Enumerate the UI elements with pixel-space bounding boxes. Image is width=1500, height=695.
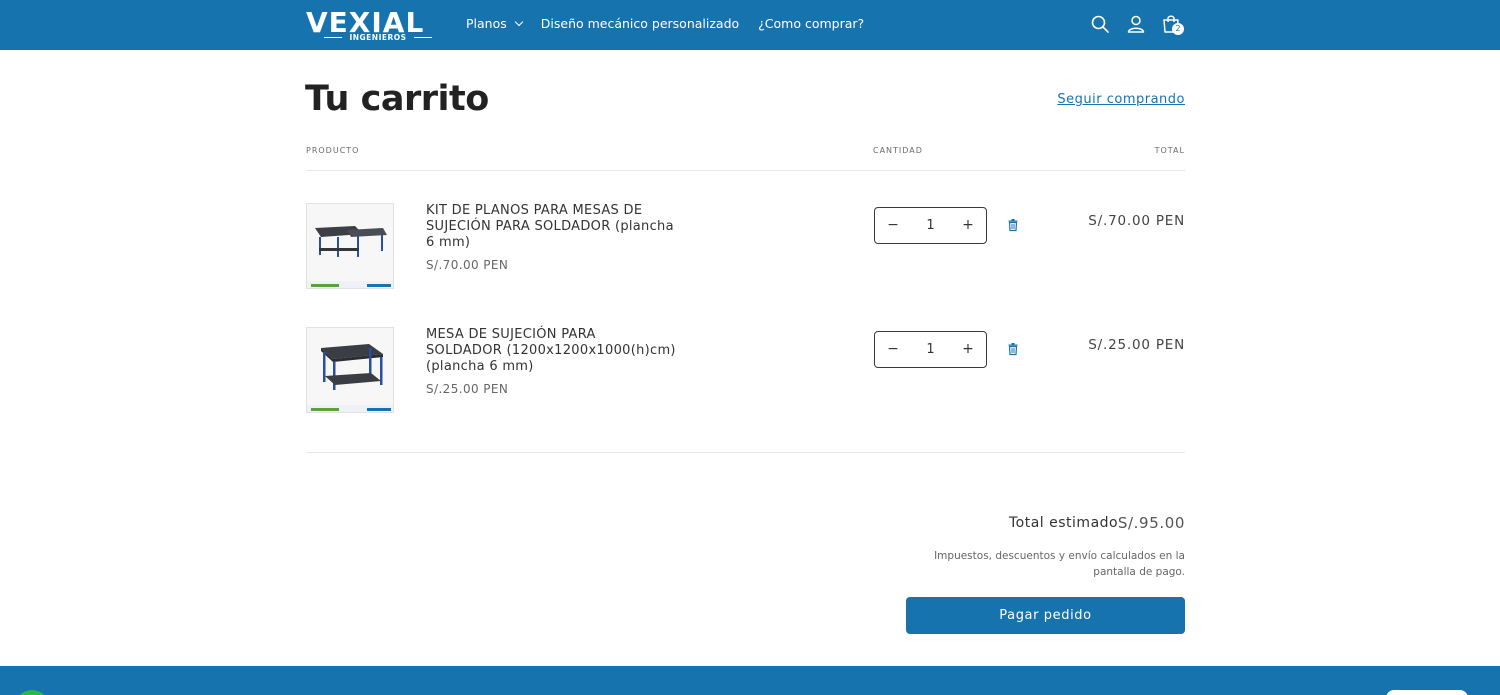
brand-logo[interactable]: VEXIAL INGENIEROS <box>306 6 436 43</box>
quantity-increase-button[interactable]: + <box>950 208 986 243</box>
line-total: S/.70.00 PEN <box>1088 213 1185 229</box>
quantity-decrease-button[interactable]: − <box>875 208 911 243</box>
nav-item-como-comprar[interactable]: ¿Como comprar? <box>758 16 864 31</box>
quantity-input[interactable]: 1 <box>911 208 950 243</box>
quantity-input[interactable]: 1 <box>911 332 950 367</box>
nav-item-label: Planos <box>466 16 507 31</box>
product-image[interactable] <box>306 327 394 413</box>
quantity-stepper: − 1 + <box>874 207 987 244</box>
cart-item: KIT DE PLANOS PARA MESAS DE SUJECIÓN PAR… <box>306 203 1185 293</box>
site-footer <box>0 666 1500 695</box>
quantity-stepper: − 1 + <box>874 331 987 368</box>
cart-item: MESA DE SUJECIÓN PARA SOLDADOR (1200x120… <box>306 327 1185 417</box>
product-unit-price: S/.25.00 PEN <box>426 382 509 396</box>
product-name[interactable]: KIT DE PLANOS PARA MESAS DE SUJECIÓN PAR… <box>426 203 676 251</box>
checkout-button[interactable]: Pagar pedido <box>906 597 1185 634</box>
product-name[interactable]: MESA DE SUJECIÓN PARA SOLDADOR (1200x120… <box>426 327 676 375</box>
site-header: VEXIAL INGENIEROS Planos Diseño mecánico… <box>0 0 1500 50</box>
product-unit-price: S/.70.00 PEN <box>426 258 509 272</box>
page-title: Tu carrito <box>305 79 489 119</box>
search-icon[interactable] <box>1089 13 1111 35</box>
divider <box>306 452 1185 453</box>
account-icon[interactable] <box>1125 13 1147 35</box>
chevron-down-icon <box>514 17 524 26</box>
trash-icon[interactable] <box>1006 342 1020 356</box>
nav-item-label: ¿Como comprar? <box>758 16 865 31</box>
continue-shopping-link[interactable]: Seguir comprando <box>1057 92 1185 107</box>
welding-tables-image <box>307 204 393 288</box>
divider <box>306 170 1185 171</box>
quantity-decrease-button[interactable]: − <box>875 332 911 367</box>
nav-item-label: Diseño mecánico personalizado <box>540 16 740 31</box>
product-image[interactable] <box>306 203 394 289</box>
cart-count-badge: 2 <box>1172 23 1184 35</box>
main-nav: Planos Diseño mecánico personalizado ¿Co… <box>466 16 883 31</box>
footer-button[interactable] <box>1386 690 1468 695</box>
estimated-total-value: S/.95.00 <box>1117 514 1185 532</box>
column-header-total: TOTAL <box>1154 146 1185 155</box>
line-total: S/.25.00 PEN <box>1088 337 1185 353</box>
tax-note: Impuestos, descuentos y envío calculados… <box>934 550 1185 578</box>
quantity-increase-button[interactable]: + <box>950 332 986 367</box>
column-header-product: PRODUCTO <box>306 146 360 155</box>
estimated-total-label: Total estimado <box>1009 515 1119 531</box>
welding-table-image <box>307 328 393 412</box>
trash-icon[interactable] <box>1006 218 1020 232</box>
nav-item-diseno[interactable]: Diseño mecánico personalizado <box>541 16 739 31</box>
nav-item-planos[interactable]: Planos <box>466 16 524 31</box>
logo-subtext: INGENIEROS <box>322 33 434 42</box>
column-header-quantity: CANTIDAD <box>873 146 923 155</box>
